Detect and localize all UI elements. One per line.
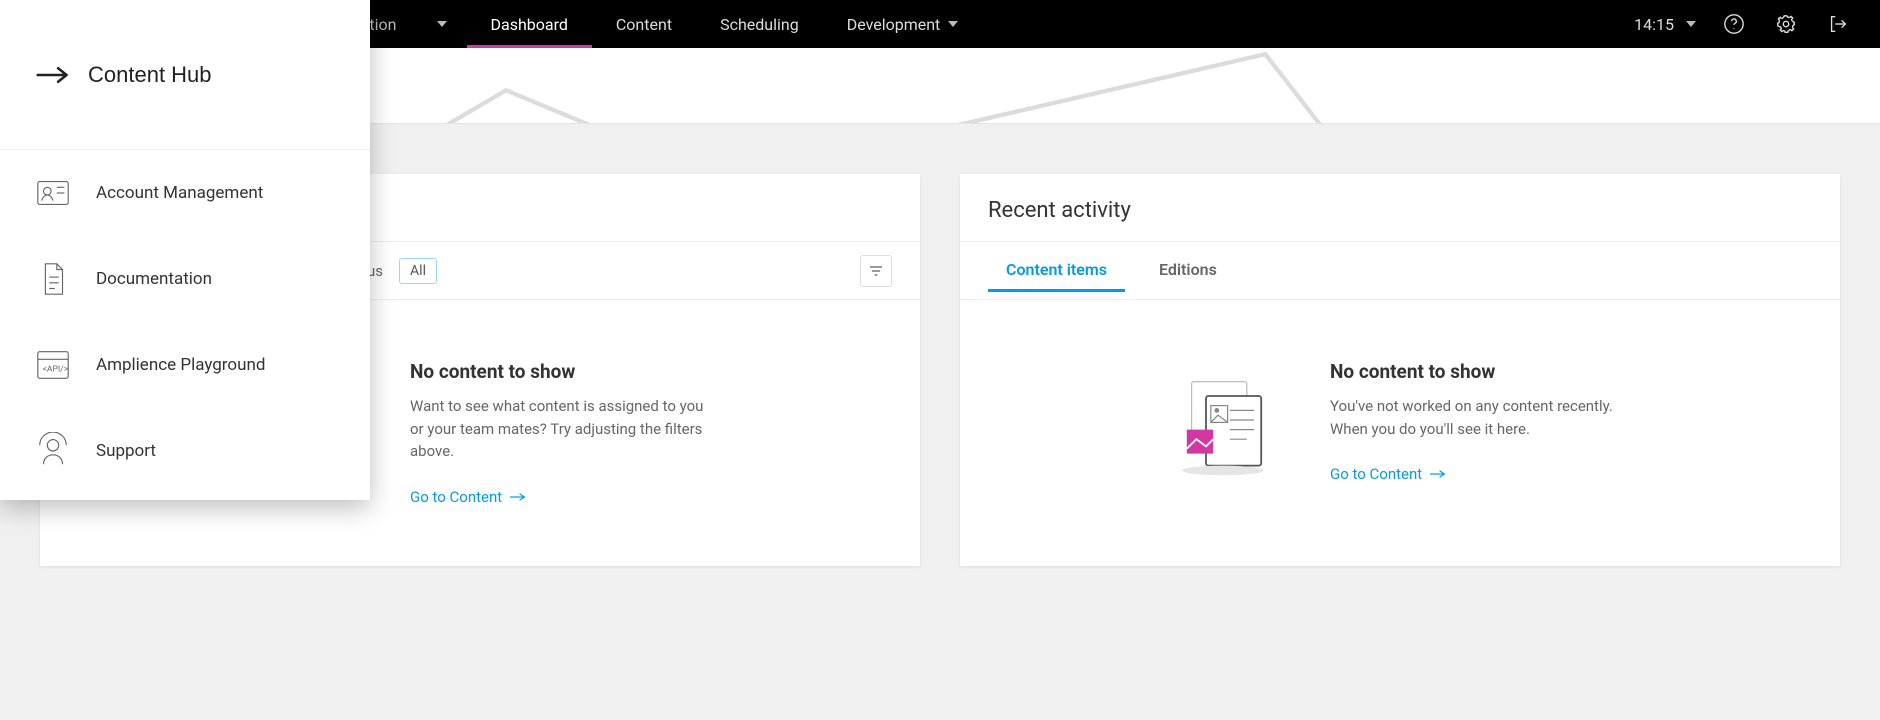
nav-development[interactable]: Development: [823, 0, 983, 48]
drawer-header[interactable]: Content Hub: [0, 0, 370, 150]
api-window-icon: <API/>: [34, 346, 72, 384]
empty-body: Want to see what content is assigned to …: [410, 395, 710, 463]
link-label: Go to Content: [410, 488, 502, 506]
primary-nav: Dashboard Content Scheduling Development: [467, 0, 983, 48]
status-filter-pill[interactable]: All: [399, 258, 437, 284]
document-icon: [34, 260, 72, 298]
help-button[interactable]: [1712, 0, 1756, 48]
nav-label: Dashboard: [491, 15, 568, 34]
drawer-item-playground[interactable]: <API/> Amplience Playground: [0, 322, 370, 408]
recent-tabs: Content items Editions: [960, 241, 1840, 300]
drawer-item-label: Support: [96, 441, 156, 461]
arrow-right-icon: [36, 65, 70, 85]
drawer-item-label: Documentation: [96, 269, 212, 289]
nav-label: Development: [847, 15, 941, 34]
card-title: Recent activity: [960, 174, 1840, 241]
nav-label: Content: [616, 15, 672, 34]
gear-icon: [1775, 13, 1797, 35]
arrow-right-icon: [510, 492, 526, 502]
chevron-down-icon: [437, 21, 447, 27]
recent-activity-card: Recent activity Content items Editions: [960, 174, 1840, 566]
nav-label: Scheduling: [720, 15, 799, 34]
filter-icon: [868, 263, 884, 279]
nav-scheduling[interactable]: Scheduling: [696, 0, 823, 48]
nav-content[interactable]: Content: [592, 0, 696, 48]
status-value: All: [410, 263, 426, 279]
help-icon: [1723, 13, 1745, 35]
recent-empty-state: No content to show You've not worked on …: [960, 300, 1840, 566]
drawer-list: Account Management Documentation <API/> …: [0, 150, 370, 494]
apps-drawer: Content Hub Account Management Documenta…: [0, 0, 370, 500]
drawer-item-label: Account Management: [96, 183, 263, 203]
tab-editions[interactable]: Editions: [1141, 250, 1235, 291]
empty-heading: No content to show: [410, 360, 710, 383]
go-to-content-link[interactable]: Go to Content: [1330, 465, 1446, 483]
clock-time: 14:15: [1634, 15, 1674, 34]
id-card-icon: [34, 174, 72, 212]
empty-body: You've not worked on any content recentl…: [1330, 395, 1630, 440]
drawer-item-label: Amplience Playground: [96, 355, 265, 375]
logout-button[interactable]: [1816, 0, 1860, 48]
nav-dashboard[interactable]: Dashboard: [467, 0, 592, 48]
drawer-item-documentation[interactable]: Documentation: [0, 236, 370, 322]
drawer-item-account[interactable]: Account Management: [0, 150, 370, 236]
documents-image-icon: [1170, 360, 1290, 480]
svg-text:<API/>: <API/>: [43, 365, 69, 375]
link-label: Go to Content: [1330, 465, 1422, 483]
logout-icon: [1827, 13, 1849, 35]
tab-content-items[interactable]: Content items: [988, 250, 1125, 291]
drawer-title: Content Hub: [88, 62, 212, 88]
support-icon: [34, 432, 72, 470]
arrow-right-icon: [1430, 469, 1446, 479]
empty-heading: No content to show: [1330, 360, 1630, 383]
chevron-down-icon: [948, 21, 958, 27]
filter-button[interactable]: [860, 255, 892, 287]
settings-button[interactable]: [1764, 0, 1808, 48]
clock-selector[interactable]: 14:15: [1626, 15, 1704, 34]
chevron-down-icon: [1686, 21, 1696, 27]
drawer-item-support[interactable]: Support: [0, 408, 370, 494]
go-to-content-link[interactable]: Go to Content: [410, 488, 526, 506]
